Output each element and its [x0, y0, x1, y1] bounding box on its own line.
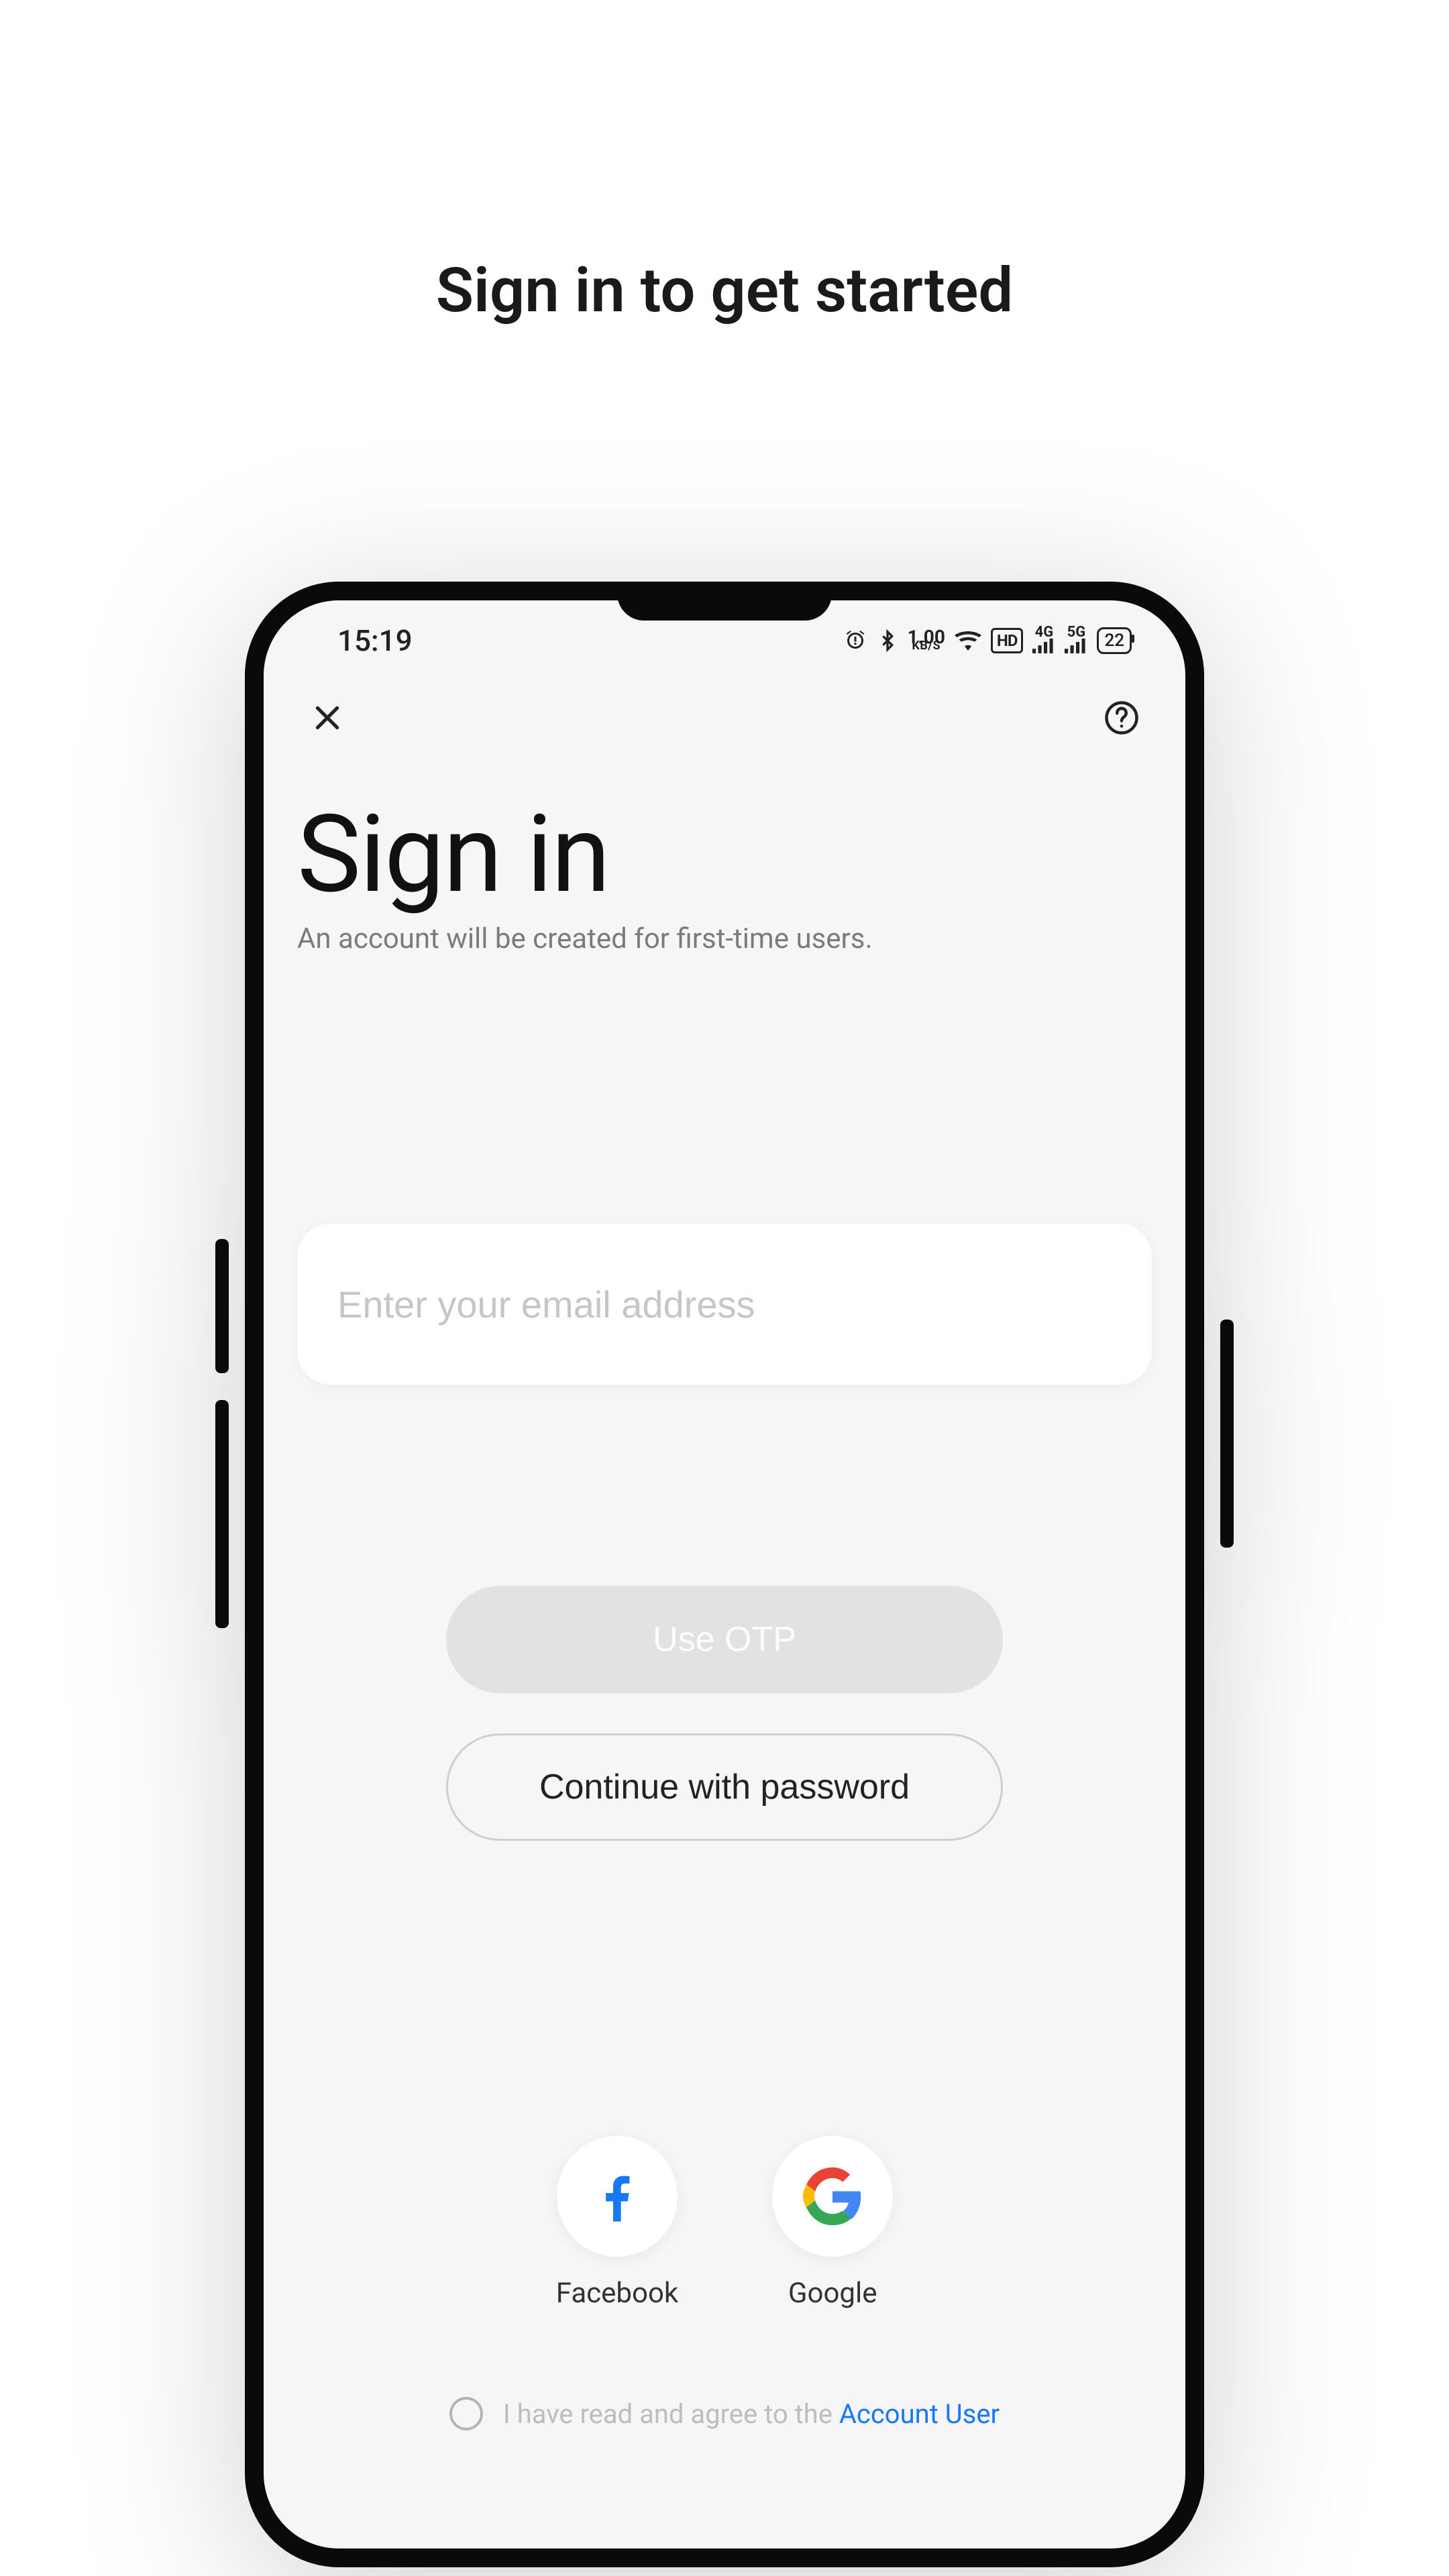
help-icon — [1104, 700, 1140, 736]
phone-notch — [617, 594, 832, 621]
agreement-row: I have read and agree to the Account Use… — [416, 2397, 1033, 2430]
help-button[interactable] — [1098, 694, 1145, 741]
screen-subtitle: An account will be created for first-tim… — [297, 922, 1152, 955]
status-icons: 1.00 KB/S HD 4G 5G 22 — [843, 627, 1132, 654]
alarm-icon — [843, 629, 867, 653]
data-rate-indicator: 1.00 KB/S — [908, 632, 945, 649]
phone-mockup: 15:19 1.00 KB/S HD 4G — [245, 582, 1204, 2567]
volume-down-button — [215, 1400, 229, 1628]
facebook-icon — [557, 2136, 678, 2257]
social-login-row: Facebook Google — [556, 2136, 893, 2310]
phone-screen: 15:19 1.00 KB/S HD 4G — [245, 582, 1204, 2567]
email-input[interactable] — [297, 1224, 1152, 1385]
google-login-button[interactable]: Google — [772, 2136, 893, 2310]
title-block: Sign in An account will be created for f… — [264, 741, 1185, 955]
power-button — [1220, 1320, 1234, 1548]
signal-5g-label: 5G — [1067, 628, 1086, 637]
close-icon — [311, 701, 344, 735]
screen-title: Sign in — [297, 802, 1152, 909]
signal-4g-label: 4G — [1035, 628, 1054, 637]
google-icon — [772, 2136, 893, 2257]
agreement-checkbox[interactable] — [449, 2397, 483, 2430]
agreement-text: I have read and agree to the Account Use… — [503, 2398, 1000, 2430]
facebook-label: Facebook — [556, 2277, 678, 2310]
status-time: 15:19 — [337, 623, 413, 658]
agreement-prefix: I have read and agree to the — [503, 2398, 839, 2430]
wifi-icon — [955, 630, 981, 651]
use-otp-button[interactable]: Use OTP — [446, 1586, 1003, 1693]
signal-4g-icon: 4G — [1032, 628, 1055, 653]
page-heading: Sign in to get started — [436, 255, 1013, 327]
continue-with-password-button[interactable]: Continue with password — [446, 1733, 1003, 1841]
button-stack: Use OTP Continue with password — [297, 1586, 1152, 1841]
battery-indicator: 22 — [1097, 627, 1132, 654]
agreement-link[interactable]: Account User — [839, 2398, 1000, 2430]
volume-up-button — [215, 1239, 229, 1373]
google-label: Google — [788, 2277, 877, 2310]
signal-5g-icon: 5G — [1065, 628, 1087, 653]
data-rate-unit: KB/S — [912, 643, 941, 649]
form-area: Use OTP Continue with password Facebook — [264, 955, 1185, 2430]
facebook-login-button[interactable]: Facebook — [556, 2136, 678, 2310]
close-button[interactable] — [304, 694, 351, 741]
hd-badge: HD — [991, 628, 1024, 653]
bluetooth-icon — [877, 629, 898, 653]
app-top-bar — [264, 681, 1185, 741]
